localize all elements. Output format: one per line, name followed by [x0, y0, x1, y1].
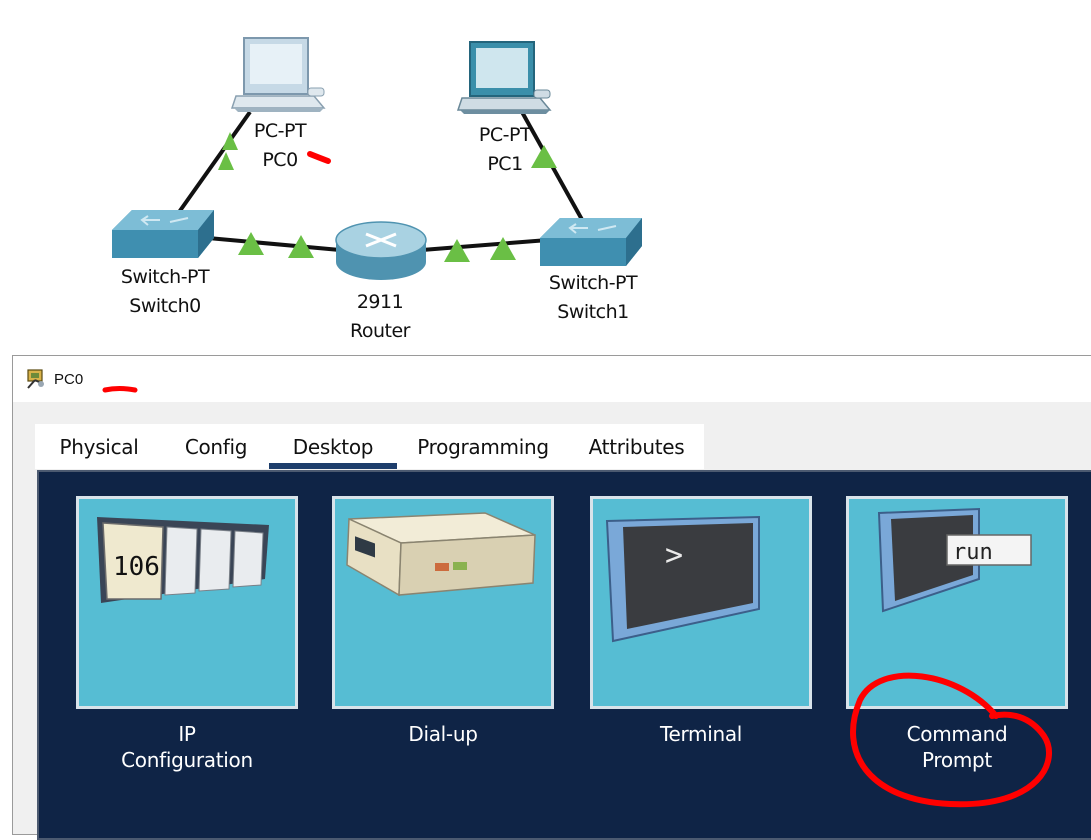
annotation-mark [307, 151, 331, 164]
tab-attributes[interactable]: Attributes [569, 424, 704, 469]
app-label-line: Command [906, 722, 1008, 746]
switch1-name: Switch1 [557, 301, 629, 323]
switch0-label: Switch-PT Switch0 [120, 263, 210, 321]
app-terminal[interactable]: > Terminal [590, 496, 812, 747]
app-label-line: Terminal [659, 722, 743, 746]
switch0-model: Switch-PT [120, 266, 210, 288]
window-titlebar[interactable]: PC0 [13, 356, 1091, 402]
pc0-computer-icon [230, 37, 326, 112]
terminal-icon-text: > [665, 538, 683, 573]
app-label-line: Prompt [922, 748, 992, 772]
tab-physical[interactable]: Physical [35, 424, 163, 469]
cmd-icon-text: run [953, 540, 993, 565]
ip-icon-text: 106 [113, 552, 160, 582]
switch1-model: Switch-PT [548, 272, 638, 294]
dialup-tile[interactable] [332, 496, 554, 709]
app-label-line: IP [178, 722, 196, 746]
device-tab-bar: Physical Config Desktop Programming Attr… [35, 424, 704, 469]
pc1-name: PC1 [487, 153, 523, 175]
pc0-model: PC-PT [253, 120, 307, 142]
cable-router-switch1 [421, 238, 549, 252]
cable-switch0-router [207, 236, 341, 252]
tab-programming[interactable]: Programming [397, 424, 569, 469]
app-command-prompt[interactable]: run Command Prompt [846, 496, 1068, 773]
pc0-name: PC0 [262, 149, 298, 171]
app-label-line: Configuration [121, 748, 253, 772]
app-label-dialup: Dial-up [332, 721, 554, 747]
pc0-label: PC-PT PC0 [253, 117, 307, 175]
switch1-label: Switch-PT Switch1 [548, 269, 638, 327]
tab-config[interactable]: Config [163, 424, 269, 469]
dialup-icon [346, 512, 536, 597]
link-light [531, 145, 557, 168]
window-title: PC0 [54, 371, 84, 388]
router-icon [335, 221, 427, 280]
annotation-mark [102, 386, 138, 393]
pc0-device-window: PC0 Physical Config Desktop Programming … [12, 355, 1091, 840]
app-label-command-prompt: Command Prompt [846, 721, 1068, 773]
command-prompt-tile[interactable]: run [846, 496, 1068, 709]
ip-configuration-tile[interactable]: 106 [76, 496, 298, 709]
router-name: Router [350, 320, 410, 342]
app-label-line: Dial-up [408, 722, 478, 746]
tab-desktop[interactable]: Desktop [269, 424, 397, 469]
pc1-model: PC-PT [478, 124, 532, 146]
pc1-label: PC-PT PC1 [478, 121, 532, 179]
network-topology: PC-PT PC0 PC-PT PC1 Switch-PT Switch0 Sw… [0, 0, 1091, 350]
pc1-computer-icon [456, 41, 552, 114]
app-label-ip-configuration: IP Configuration [76, 721, 298, 773]
switch1-icon [540, 218, 642, 266]
command-prompt-icon: run [877, 507, 1032, 613]
ip-configuration-icon: 106 [97, 517, 269, 603]
pc-app-icon [27, 369, 44, 389]
router-model: 2911 [356, 291, 404, 313]
app-ip-configuration[interactable]: 106 IP Configuration [76, 496, 298, 773]
app-label-terminal: Terminal [590, 721, 812, 747]
cable-pc0-switch0 [170, 110, 252, 224]
switch0-icon [112, 210, 214, 258]
router-label: 2911 Router [350, 288, 410, 346]
cable-pc1-switch1 [520, 111, 587, 226]
desktop-apps-panel: 106 IP Configuration Dial-up > Terminal … [37, 470, 1091, 840]
link-light [490, 237, 516, 260]
terminal-tile[interactable]: > [590, 496, 812, 709]
switch0-name: Switch0 [129, 295, 201, 317]
terminal-icon: > [605, 515, 760, 643]
app-dialup[interactable]: Dial-up [332, 496, 554, 747]
link-light [444, 239, 470, 262]
